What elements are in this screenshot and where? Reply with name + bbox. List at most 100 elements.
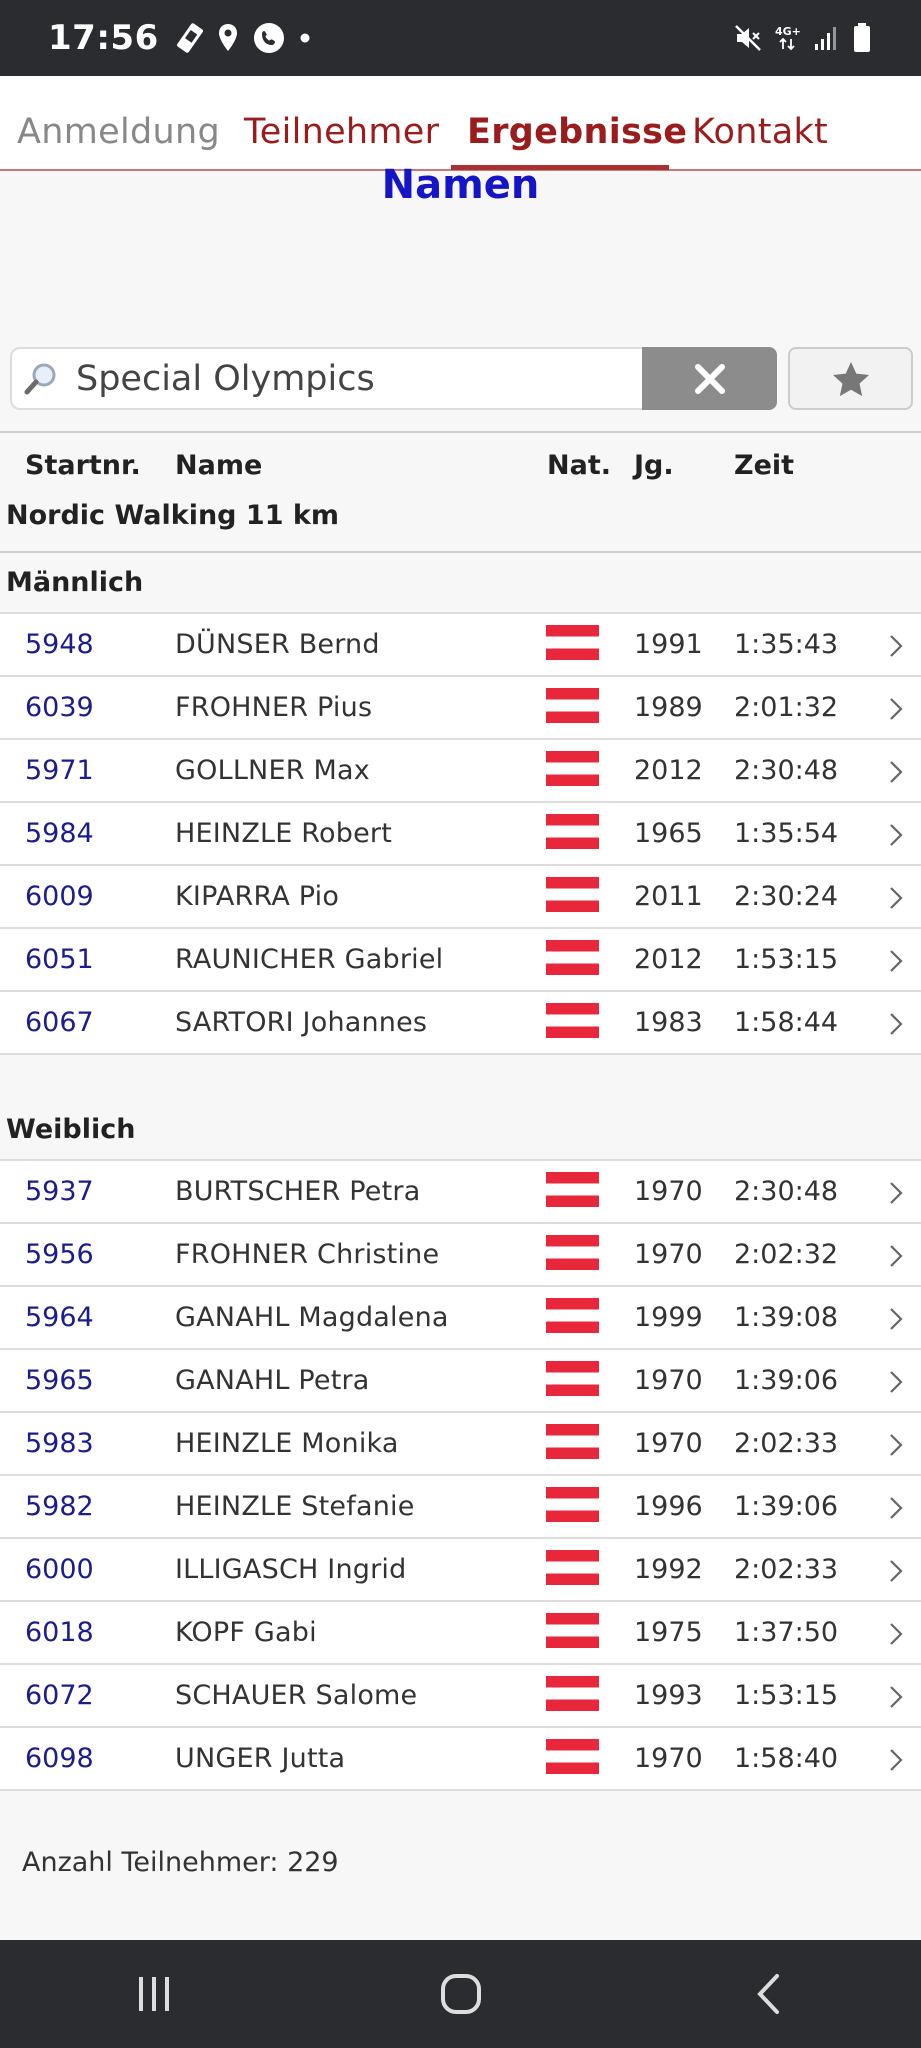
chevron-right-icon [890, 1434, 903, 1456]
participant-name: KOPF Gabi [175, 1617, 317, 1648]
finish-time: 1:37:50 [734, 1617, 839, 1648]
header-startnr[interactable]: Startnr. [25, 450, 141, 481]
participant-name: FROHNER Christine [175, 1239, 440, 1270]
start-number[interactable]: 6098 [25, 1743, 94, 1774]
tab-ergebnisse[interactable]: Ergebnisse [467, 112, 687, 152]
table-row[interactable]: 6072 SCHAUER Salome 1993 1:53:15 [0, 1665, 921, 1728]
start-number[interactable]: 5971 [25, 755, 94, 786]
table-row[interactable]: 6000 ILLIGASCH Ingrid 1992 2:02:33 [0, 1539, 921, 1602]
finish-time: 2:02:33 [734, 1428, 839, 1459]
table-row[interactable]: 6051 RAUNICHER Gabriel 2012 1:53:15 [0, 929, 921, 992]
austria-flag-icon [546, 625, 599, 660]
start-number[interactable]: 6067 [25, 1007, 94, 1038]
austria-flag-icon [546, 1676, 599, 1711]
start-number[interactable]: 5984 [25, 818, 94, 849]
finish-time: 1:58:40 [734, 1743, 839, 1774]
table-row[interactable]: 6098 UNGER Jutta 1970 1:58:40 [0, 1728, 921, 1791]
austria-flag-icon [546, 1361, 599, 1396]
chevron-right-icon [890, 950, 903, 972]
footer: Anzahl Teilnehmer: 229 [0, 1817, 921, 1937]
austria-flag-icon [546, 814, 599, 849]
table-row[interactable]: 6009 KIPARRA Pio 2011 2:30:24 [0, 866, 921, 929]
start-number[interactable]: 6039 [25, 692, 94, 723]
search-input[interactable] [76, 358, 616, 399]
finish-time: 2:02:33 [734, 1554, 839, 1585]
search-box[interactable] [10, 347, 642, 410]
header-nat[interactable]: Nat. [547, 450, 611, 481]
table-row[interactable]: 5937 BURTSCHER Petra 1970 2:30:48 [0, 1161, 921, 1224]
table-row[interactable]: 6018 KOPF Gabi 1975 1:37:50 [0, 1602, 921, 1665]
tab-kontakt[interactable]: Kontakt [692, 112, 828, 152]
star-icon [832, 361, 869, 396]
chevron-right-icon [890, 1308, 903, 1330]
finish-time: 1:53:15 [734, 944, 839, 975]
table-row[interactable]: 5948 DÜNSER Bernd 1991 1:35:43 [0, 614, 921, 677]
chevron-right-icon [890, 1497, 903, 1519]
finish-time: 1:39:06 [734, 1365, 839, 1396]
header-jg[interactable]: Jg. [634, 450, 674, 481]
table-row[interactable]: 5964 GANAHL Magdalena 1999 1:39:08 [0, 1287, 921, 1350]
start-number[interactable]: 6051 [25, 944, 94, 975]
status-left-icons [176, 21, 311, 55]
table-row[interactable]: 5983 HEINZLE Monika 1970 2:02:33 [0, 1413, 921, 1476]
participant-name: RAUNICHER Gabriel [175, 944, 444, 975]
birth-year: 1970 [634, 1176, 703, 1207]
start-number[interactable]: 6009 [25, 881, 94, 912]
table-row[interactable]: 5956 FROHNER Christine 1970 2:02:32 [0, 1224, 921, 1287]
participant-name: ILLIGASCH Ingrid [175, 1554, 407, 1585]
birth-year: 1983 [634, 1007, 703, 1038]
austria-flag-icon [546, 1739, 599, 1774]
chevron-right-icon [890, 761, 903, 783]
home-button[interactable] [431, 1964, 491, 2024]
finish-time: 2:30:48 [734, 1176, 839, 1207]
header-zeit[interactable]: Zeit [734, 450, 794, 481]
clear-search-button[interactable] [642, 347, 777, 410]
start-number[interactable]: 5937 [25, 1176, 94, 1207]
birth-year: 1970 [634, 1239, 703, 1270]
start-number[interactable]: 5964 [25, 1302, 94, 1333]
chevron-right-icon [890, 887, 903, 909]
start-number[interactable]: 6018 [25, 1617, 94, 1648]
tab-anmeldung[interactable]: Anmeldung [17, 112, 220, 152]
start-number[interactable]: 5982 [25, 1491, 94, 1522]
table-row[interactable]: 5984 HEINZLE Robert 1965 1:35:54 [0, 803, 921, 866]
svg-text:4G+: 4G+ [775, 25, 801, 38]
finish-time: 2:30:24 [734, 881, 839, 912]
participant-name: BURTSCHER Petra [175, 1176, 421, 1207]
participant-name: FROHNER Pius [175, 692, 373, 723]
chevron-right-icon [890, 1245, 903, 1267]
start-number[interactable]: 5948 [25, 629, 94, 660]
participant-name: SCHAUER Salome [175, 1680, 418, 1711]
start-number[interactable]: 6072 [25, 1680, 94, 1711]
table-row[interactable]: 5971 GOLLNER Max 2012 2:30:48 [0, 740, 921, 803]
back-button[interactable] [738, 1964, 798, 2024]
start-number[interactable]: 5956 [25, 1239, 94, 1270]
austria-flag-icon [546, 1424, 599, 1459]
header-name[interactable]: Name [175, 450, 262, 481]
austria-flag-icon [546, 940, 599, 975]
participant-name: GANAHL Petra [175, 1365, 370, 1396]
start-number[interactable]: 5965 [25, 1365, 94, 1396]
tab-teilnehmer[interactable]: Teilnehmer [244, 112, 439, 152]
recent-apps-button[interactable] [124, 1964, 184, 2024]
austria-flag-icon [546, 751, 599, 786]
table-row[interactable]: 5982 HEINZLE Stefanie 1996 1:39:06 [0, 1476, 921, 1539]
austria-flag-icon [546, 1235, 599, 1270]
finish-time: 1:39:06 [734, 1491, 839, 1522]
chevron-right-icon [890, 1371, 903, 1393]
table-row[interactable]: 6067 SARTORI Johannes 1983 1:58:44 [0, 992, 921, 1055]
chevron-right-icon [890, 1013, 903, 1035]
finish-time: 1:39:08 [734, 1302, 839, 1333]
participant-name: HEINZLE Stefanie [175, 1491, 415, 1522]
chevron-right-icon [890, 1686, 903, 1708]
favorite-button[interactable] [788, 347, 913, 410]
birth-year: 1999 [634, 1302, 703, 1333]
finish-time: 1:35:54 [734, 818, 839, 849]
start-number[interactable]: 5983 [25, 1428, 94, 1459]
table-row[interactable]: 5965 GANAHL Petra 1970 1:39:06 [0, 1350, 921, 1413]
birth-year: 2012 [634, 755, 703, 786]
austria-flag-icon [546, 1487, 599, 1522]
table-row[interactable]: 6039 FROHNER Pius 1989 2:01:32 [0, 677, 921, 740]
start-number[interactable]: 6000 [25, 1554, 94, 1585]
